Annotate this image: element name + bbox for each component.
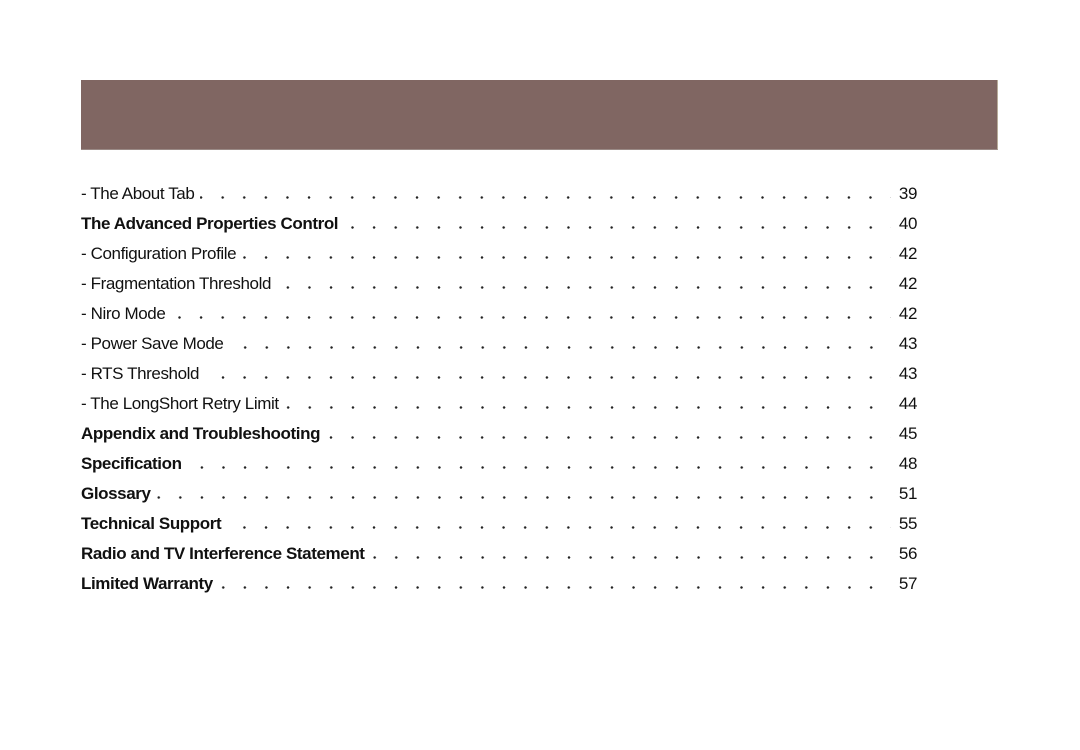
toc-entry-page: 55 [891,514,917,534]
toc-entry-title: The Advanced Properties Control [81,214,345,234]
dot-leader [200,179,891,209]
dot-leader [284,389,891,419]
dot-leader [326,419,891,449]
toc-entry-title: Appendix and Troubleshooting [81,424,327,444]
table-of-contents: - The About Tab 39 The Advanced Properti… [81,179,917,599]
toc-entry[interactable]: - Niro Mode 42 [81,299,917,329]
toc-entry[interactable]: - Power Save Mode 43 [81,329,917,359]
dot-leader [218,569,891,599]
toc-entry-title: Limited Warranty [81,574,219,594]
toc-entry[interactable]: Technical Support 55 [81,509,917,539]
dot-leader [277,269,891,299]
dot-leader [156,479,891,509]
toc-entry[interactable]: Radio and TV Interference Statement 56 [81,539,917,569]
toc-entry[interactable]: - The LongShort Retry Limit 44 [81,389,917,419]
toc-entry-title: Radio and TV Interference Statement [81,544,371,564]
toc-entry-page: 56 [891,544,917,564]
dot-leader [205,359,891,389]
toc-entry[interactable]: - Configuration Profile 42 [81,239,917,269]
toc-entry-title: - Configuration Profile [81,244,243,264]
dot-leader [227,509,891,539]
toc-entry-page: 48 [891,454,917,474]
toc-entry-page: 51 [891,484,917,504]
dot-leader [242,239,891,269]
toc-entry-title: - Fragmentation Threshold [81,274,278,294]
toc-entry-title: Specification [81,454,188,474]
toc-entry-page: 45 [891,424,917,444]
toc-entry-title: - The LongShort Retry Limit [81,394,285,414]
toc-entry-title: Glossary [81,484,157,504]
toc-entry[interactable]: Limited Warranty 57 [81,569,917,599]
toc-entry-title: Technical Support [81,514,228,534]
dot-leader [171,299,891,329]
toc-entry-page: 39 [891,184,917,204]
dot-leader [344,209,891,239]
toc-entry[interactable]: - The About Tab 39 [81,179,917,209]
toc-entry[interactable]: Specification 48 [81,449,917,479]
toc-entry-title: - RTS Threshold [81,364,206,384]
toc-entry[interactable]: Appendix and Troubleshooting 45 [81,419,917,449]
toc-entry[interactable]: The Advanced Properties Control 40 [81,209,917,239]
header-banner [81,80,998,150]
dot-leader [229,329,892,359]
toc-entry-page: 44 [891,394,917,414]
dot-leader [370,539,891,569]
toc-entry[interactable]: - Fragmentation Threshold 42 [81,269,917,299]
toc-entry-page: 42 [891,274,917,294]
toc-entry-page: 43 [891,334,917,354]
toc-entry[interactable]: Glossary 51 [81,479,917,509]
toc-entry-page: 43 [891,364,917,384]
dot-leader [187,449,891,479]
toc-entry-page: 42 [891,304,917,324]
toc-entry-title: - Niro Mode [81,304,172,324]
toc-entry-page: 40 [891,214,917,234]
toc-entry-page: 57 [891,574,917,594]
toc-entry-page: 42 [891,244,917,264]
toc-entry-title: - The About Tab [81,184,201,204]
toc-entry-title: - Power Save Mode [81,334,230,354]
toc-entry[interactable]: - RTS Threshold 43 [81,359,917,389]
